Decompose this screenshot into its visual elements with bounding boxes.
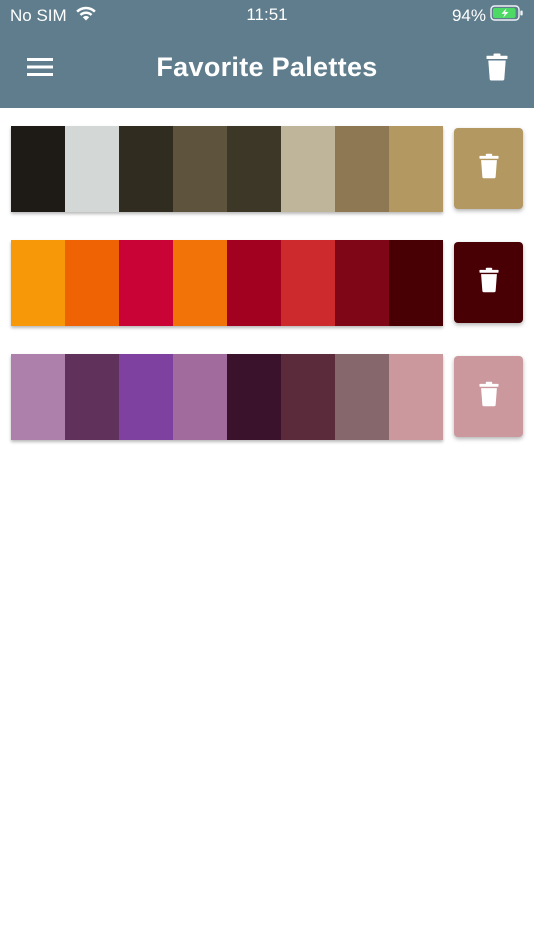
delete-palette-button[interactable] [454,356,523,437]
status-right: 94% [452,5,524,26]
color-swatch[interactable] [227,240,281,326]
color-swatch[interactable] [65,126,119,212]
color-swatch[interactable] [389,240,443,326]
color-swatch[interactable] [335,240,389,326]
trash-icon [478,267,499,298]
color-swatch[interactable] [281,126,335,212]
delete-palette-button[interactable] [454,242,523,323]
hamburger-menu-icon [26,56,54,83]
color-swatch[interactable] [173,354,227,440]
palette-row [0,126,534,216]
app-bar: No SIM 11:51 94% Favorite Palettes [0,0,534,108]
toolbar: Favorite Palettes [0,40,534,98]
color-swatch[interactable] [227,354,281,440]
page-title: Favorite Palettes [156,52,378,82]
delete-palette-button[interactable] [454,128,523,209]
color-swatch[interactable] [227,126,281,212]
color-swatch[interactable] [173,126,227,212]
color-swatch[interactable] [11,240,65,326]
color-swatch[interactable] [281,240,335,326]
palette-row [0,354,534,444]
color-swatch[interactable] [335,354,389,440]
battery-percent: 94% [451,5,486,25]
color-swatch[interactable] [281,354,335,440]
palette-swatch-strip[interactable] [11,240,443,326]
color-swatch[interactable] [11,354,65,440]
color-swatch[interactable] [119,240,173,326]
battery-charging-icon [490,5,524,26]
color-swatch[interactable] [335,126,389,212]
color-swatch[interactable] [389,354,443,440]
palette-swatch-strip[interactable] [11,354,443,440]
trash-icon [478,153,499,184]
color-swatch[interactable] [65,354,119,440]
color-swatch[interactable] [11,126,65,212]
palette-swatch-strip[interactable] [11,126,443,212]
status-bar: No SIM 11:51 94% [0,0,534,30]
menu-button[interactable] [22,52,58,86]
trash-icon [478,381,499,412]
trash-icon [486,53,508,86]
palette-row [0,240,534,330]
color-swatch[interactable] [119,126,173,212]
color-swatch[interactable] [65,240,119,326]
color-swatch[interactable] [389,126,443,212]
delete-all-button[interactable] [480,52,514,86]
color-swatch[interactable] [119,354,173,440]
color-swatch[interactable] [173,240,227,326]
